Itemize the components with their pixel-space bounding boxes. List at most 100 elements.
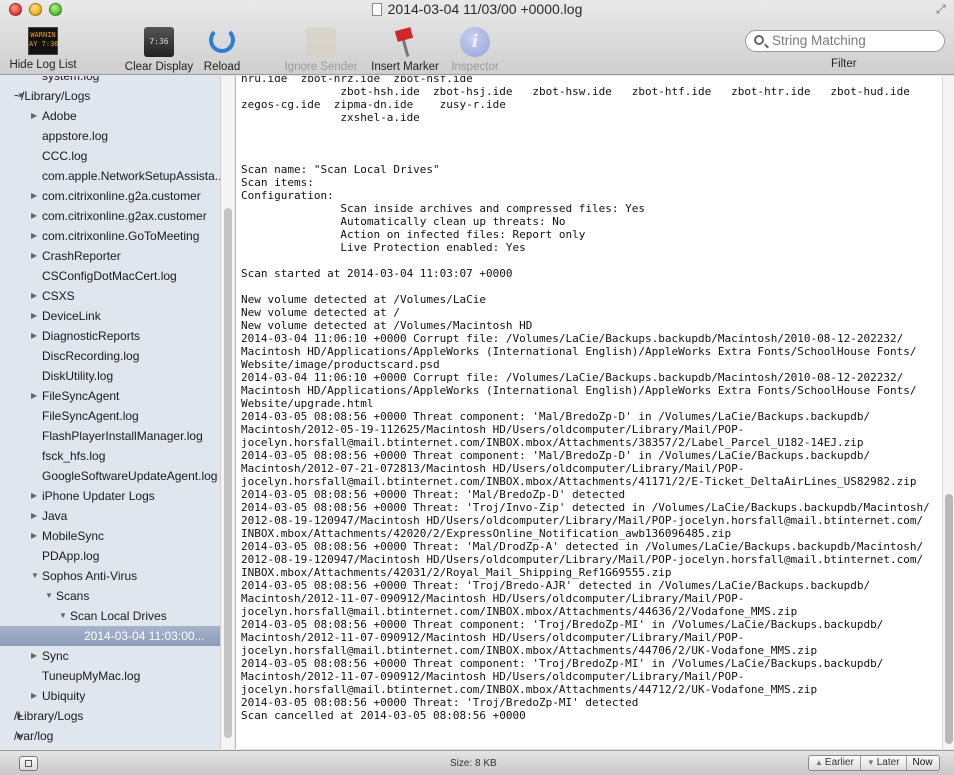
sidebar-item[interactable]: appstore.log bbox=[0, 126, 220, 146]
sidebar-item[interactable]: ▶ Adobe bbox=[0, 106, 220, 126]
log-line: Macintosh/2012-07-21-072813/Macintosh HD… bbox=[241, 462, 745, 475]
disclosure-closed-icon[interactable]: ▶ bbox=[31, 106, 37, 126]
disclosure-closed-icon[interactable]: ▶ bbox=[31, 646, 37, 666]
sidebar-item[interactable]: FileSyncAgent.log bbox=[0, 406, 220, 426]
log-scroll-thumb[interactable] bbox=[945, 494, 953, 744]
sidebar-item[interactable]: ▼ ~/Library/Logs bbox=[0, 86, 220, 106]
log-line: Macintosh HD/Applications/AppleWorks (In… bbox=[241, 384, 917, 397]
log-scrollbar[interactable] bbox=[942, 76, 954, 749]
disclosure-closed-icon[interactable]: ▶ bbox=[31, 486, 37, 506]
sidebar-item[interactable]: system.log bbox=[0, 76, 220, 86]
disclosure-closed-icon[interactable]: ▶ bbox=[31, 246, 37, 266]
sidebar-item[interactable]: ▶ FileSyncAgent bbox=[0, 386, 220, 406]
sidebar-item[interactable]: ▶ CrashReporter bbox=[0, 246, 220, 266]
sidebar-item[interactable]: TuneupMyMac.log bbox=[0, 666, 220, 686]
log-line: Macintosh/2012-05-19-112625/Macintosh HD… bbox=[241, 423, 745, 436]
disclosure-open-icon[interactable]: ▼ bbox=[45, 586, 53, 606]
log-line: Live Protection enabled: Yes bbox=[241, 241, 526, 254]
earlier-button[interactable]: ▲ Earlier bbox=[809, 756, 861, 770]
hide-log-list-button[interactable]: WARNIN AY 7:36 Hide Log List bbox=[6, 27, 80, 71]
sidebar-toggle-button[interactable] bbox=[19, 756, 38, 771]
hide-log-list-label: Hide Log List bbox=[9, 59, 77, 71]
insert-marker-button[interactable]: Insert Marker bbox=[366, 27, 444, 73]
sidebar-item[interactable]: ▶ com.citrixonline.g2ax.customer bbox=[0, 206, 220, 226]
sidebar-item-label: Sync bbox=[42, 649, 69, 663]
sidebar-item[interactable]: DiskUtility.log bbox=[0, 366, 220, 386]
sidebar-item[interactable]: CCC.log bbox=[0, 146, 220, 166]
disclosure-closed-icon[interactable]: ▶ bbox=[31, 286, 37, 306]
log-content-view[interactable]: hru.ide zbot-hrz.ide zbot-hsf.ide zbot-h… bbox=[235, 76, 942, 749]
reload-button[interactable]: Reload bbox=[200, 27, 244, 73]
sidebar-scrollbar[interactable] bbox=[220, 76, 234, 749]
sidebar-item[interactable]: fsck_hfs.log bbox=[0, 446, 220, 466]
sidebar-item[interactable]: ▶ com.citrixonline.g2a.customer bbox=[0, 186, 220, 206]
fullscreen-icon[interactable]: ⤢ bbox=[936, 3, 948, 15]
sidebar-item[interactable]: FlashPlayerInstallManager.log bbox=[0, 426, 220, 446]
sidebar-item[interactable]: ▼ Scan Local Drives bbox=[0, 606, 220, 626]
sidebar-item[interactable]: ▶ DiagnosticReports bbox=[0, 326, 220, 346]
sidebar-item[interactable]: 2014-03-04 11:03:00... bbox=[0, 626, 220, 646]
disclosure-closed-icon[interactable]: ▶ bbox=[31, 206, 37, 226]
sidebar-item[interactable]: ▶ com.citrixonline.GoToMeeting bbox=[0, 226, 220, 246]
title-bar: 2014-03-04 11/03/00 +0000.log ⤢ WARNIN A… bbox=[0, 0, 954, 75]
sidebar-item[interactable]: ▼ Scans bbox=[0, 586, 220, 606]
log-line: 2014-03-05 08:08:56 +0000 Threat compone… bbox=[241, 618, 884, 631]
log-line: Macintosh/2012-11-07-090912/Macintosh HD… bbox=[241, 670, 745, 683]
window-title-wrap: 2014-03-04 11/03/00 +0000.log bbox=[0, 1, 954, 17]
log-line: New volume detected at / bbox=[241, 306, 400, 319]
sidebar-item-label: CrashReporter bbox=[42, 249, 121, 263]
sidebar-scroll-thumb[interactable] bbox=[224, 208, 232, 738]
sidebar-item[interactable]: ▼ Sophos Anti-Virus bbox=[0, 566, 220, 586]
sidebar-item[interactable]: ▶/Library/Logs bbox=[0, 706, 220, 726]
sidebar-item[interactable]: ▶ CSXS bbox=[0, 286, 220, 306]
sidebar-item[interactable]: ▶ Java bbox=[0, 506, 220, 526]
earlier-label: Earlier bbox=[824, 757, 854, 768]
inspector-button[interactable]: i Inspector bbox=[448, 27, 502, 73]
sidebar-item-label: /var/log bbox=[14, 729, 54, 743]
log-line: 2012-08-19-120947/Macintosh HD/Users/old… bbox=[241, 553, 924, 566]
later-button[interactable]: ▼ Later bbox=[861, 756, 907, 770]
disclosure-closed-icon[interactable]: ▶ bbox=[31, 686, 37, 706]
sidebar-item[interactable]: ▶ Sync bbox=[0, 646, 220, 666]
sidebar-item-label: DeviceLink bbox=[42, 309, 101, 323]
sidebar-item[interactable]: ▶ iPhone Updater Logs bbox=[0, 486, 220, 506]
disclosure-closed-icon[interactable]: ▶ bbox=[31, 226, 37, 246]
sidebar-item[interactable]: DiscRecording.log bbox=[0, 346, 220, 366]
disclosure-closed-icon[interactable]: ▶ bbox=[31, 186, 37, 206]
clear-display-button[interactable]: 7:36 Clear Display bbox=[122, 27, 196, 73]
search-input[interactable]: String Matching bbox=[745, 30, 945, 52]
sidebar-item[interactable]: CSConfigDotMacCert.log bbox=[0, 266, 220, 286]
sidebar-item[interactable]: ▶ DeviceLink bbox=[0, 306, 220, 326]
disclosure-closed-icon[interactable]: ▶ bbox=[31, 526, 37, 546]
sidebar-item-label: 2014-03-04 11:03:00... bbox=[84, 629, 205, 643]
log-line: 2014-03-05 08:08:56 +0000 Threat: 'Troj/… bbox=[241, 579, 871, 592]
now-button[interactable]: Now bbox=[907, 756, 939, 770]
disclosure-closed-icon[interactable]: ▶ bbox=[31, 326, 37, 346]
sidebar-item[interactable]: PDApp.log bbox=[0, 546, 220, 566]
disclosure-open-icon[interactable]: ▼ bbox=[59, 606, 67, 626]
later-label: Later bbox=[876, 757, 900, 768]
log-line: Scan items: bbox=[241, 176, 314, 189]
disclosure-open-icon[interactable]: ▼ bbox=[31, 566, 39, 586]
log-line: jocelyn.horsfall@mail.btinternet.com/INB… bbox=[241, 436, 864, 449]
ignore-sender-button[interactable]: Ignore Sender bbox=[280, 27, 362, 73]
insert-marker-label: Insert Marker bbox=[371, 61, 439, 73]
inspector-label: Inspector bbox=[451, 61, 499, 73]
sidebar-item-label: FileSyncAgent bbox=[42, 389, 120, 403]
sidebar-item[interactable]: ▶ Ubiquity bbox=[0, 686, 220, 706]
sidebar-item-label: CSXS bbox=[42, 289, 75, 303]
sidebar-item[interactable]: GoogleSoftwareUpdateAgent.log bbox=[0, 466, 220, 486]
sidebar-item[interactable]: ▶ MobileSync bbox=[0, 526, 220, 546]
disclosure-closed-icon[interactable]: ▶ bbox=[31, 506, 37, 526]
sidebar-item[interactable]: com.apple.NetworkSetupAssista... bbox=[0, 166, 220, 186]
log-line: Website/image/productscard.psd bbox=[241, 358, 440, 371]
disclosure-closed-icon[interactable]: ▶ bbox=[31, 386, 37, 406]
disclosure-closed-icon[interactable]: ▶ bbox=[31, 306, 37, 326]
log-line: 2014-03-05 08:08:56 +0000 Threat: 'Troj/… bbox=[241, 696, 639, 709]
log-line: 2014-03-05 08:08:56 +0000 Threat: 'Mal/B… bbox=[241, 488, 626, 501]
log-line: 2012-08-19-120947/Macintosh HD/Users/old… bbox=[241, 514, 924, 527]
log-line: jocelyn.horsfall@mail.btinternet.com/INB… bbox=[241, 475, 917, 488]
sidebar-item[interactable]: ▶/var/log bbox=[0, 726, 220, 746]
